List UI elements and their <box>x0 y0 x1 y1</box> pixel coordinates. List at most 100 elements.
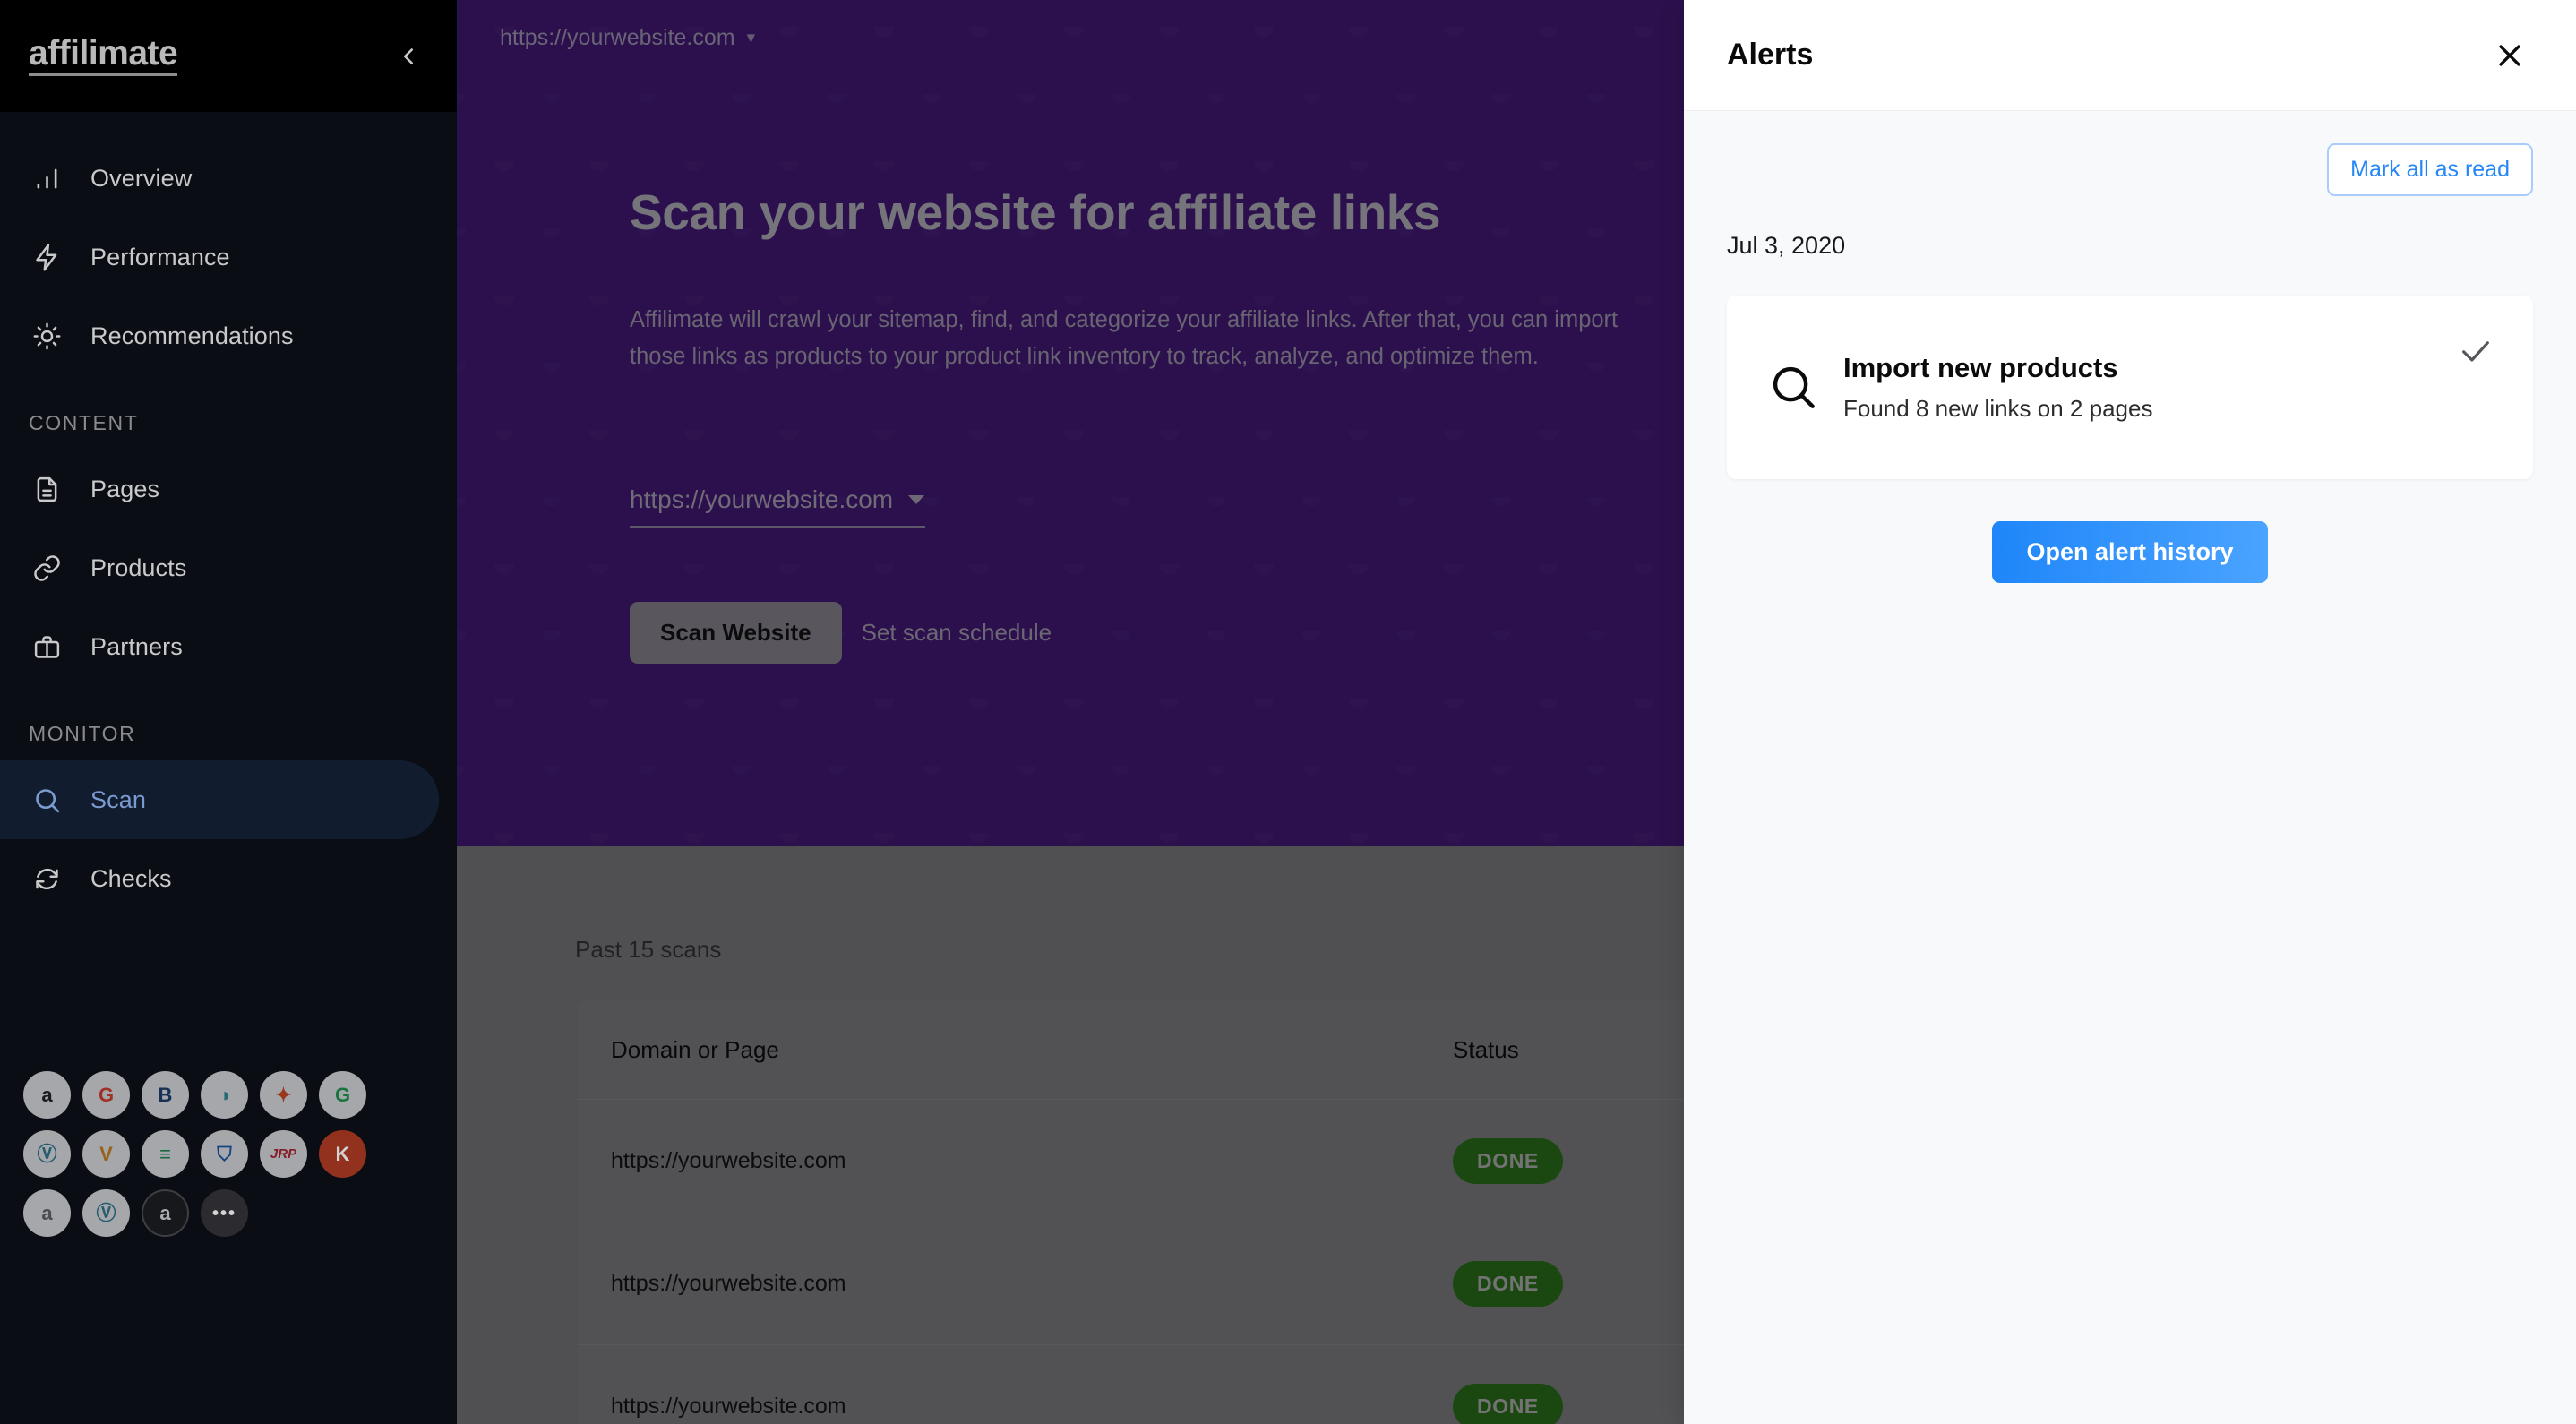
sidebar-item-label: Overview <box>90 164 193 192</box>
partner-logo-glyph: ⛉ <box>217 1142 232 1165</box>
sidebar-item-pages[interactable]: Pages <box>0 450 457 528</box>
alert-text: Import new products Found 8 new links on… <box>1843 352 2152 423</box>
amazon-dark-logo[interactable]: a <box>142 1189 189 1237</box>
sidebar-item-checks[interactable]: Checks <box>0 839 457 918</box>
partner-logo-glyph: a <box>41 1201 53 1224</box>
flame-logo[interactable]: ✦ <box>260 1071 307 1119</box>
search-icon <box>29 782 64 818</box>
partner-logo-glyph: ≡ <box>159 1142 171 1165</box>
sidebar-item-label: Scan <box>90 785 146 813</box>
partner-logo-glyph: V <box>99 1142 113 1165</box>
g-network-logo[interactable]: G <box>82 1071 130 1119</box>
scan-status-cell: DONE <box>1453 1383 1722 1424</box>
app-root: affilimate Overview Performance Recommen… <box>0 0 2576 1424</box>
page-title: Scan your website for affiliate links <box>630 184 1441 240</box>
chevron-left-icon[interactable] <box>387 35 430 78</box>
briefcase-icon <box>29 629 64 665</box>
refresh-sync-icon <box>29 861 64 896</box>
vi-outline-logo[interactable]: Ⓥ <box>23 1130 71 1178</box>
past-scans-heading: Past 15 scans <box>575 936 722 963</box>
sidebar-section-monitor: MONITOR <box>29 722 136 745</box>
site-picker[interactable]: https://yourwebsite.com ▾ <box>500 25 755 51</box>
chevron-down-icon: ▾ <box>746 29 756 47</box>
sidebar-item-products[interactable]: Products <box>0 528 457 607</box>
partner-logo-glyph: ••• <box>211 1203 236 1223</box>
alert-history-row: Open alert history <box>1684 521 2576 583</box>
url-select[interactable]: https://yourwebsite.com <box>630 485 925 528</box>
search-icon <box>1766 360 1822 416</box>
sidebar-item-performance[interactable]: Performance <box>0 218 457 296</box>
sidebar-item-scan[interactable]: Scan <box>0 760 439 839</box>
partner-logo-glyph: ✦ <box>275 1083 292 1106</box>
teal-blob-logo[interactable]: ◑ <box>201 1071 248 1119</box>
hero-description: Affilimate will crawl your sitemap, find… <box>630 307 1619 370</box>
jrp-logo[interactable]: JRP <box>260 1130 307 1178</box>
partner-logo-glyph: Ⓥ <box>96 1201 116 1224</box>
document-icon <box>29 471 64 507</box>
alert-description: Found 8 new links on 2 pages <box>1843 395 2153 422</box>
hero-actions: Scan Website Set scan schedule <box>630 602 1052 664</box>
sidebar-item-recommendations[interactable]: Recommendations <box>0 296 457 375</box>
alerts-panel: Alerts Mark all as read Jul 3, 2020 Impo… <box>1684 0 2576 1424</box>
k-square-logo[interactable]: K <box>319 1130 366 1178</box>
scan-status-cell: DONE <box>1453 1137 1722 1184</box>
partner-logo-glyph: ◑ <box>218 1083 231 1106</box>
sidebar-item-partners[interactable]: Partners <box>0 607 457 686</box>
sidebar-item-label: Performance <box>90 243 230 270</box>
bar-chart-icon <box>29 160 64 196</box>
sidebar-item-label: Pages <box>90 475 160 502</box>
open-alert-history-button[interactable]: Open alert history <box>1992 521 2268 583</box>
lightning-bolt-icon <box>29 239 64 275</box>
v-circle-logo[interactable]: V <box>82 1130 130 1178</box>
sidebar-item-overview[interactable]: Overview <box>0 139 457 218</box>
alerts-header: Alerts <box>1684 0 2576 111</box>
alert-item[interactable]: Import new products Found 8 new links on… <box>1727 296 2533 479</box>
partner-logo-glyph: G <box>98 1083 115 1106</box>
rakuten-logo[interactable]: ≡ <box>142 1130 189 1178</box>
amazon-logo[interactable]: a <box>23 1071 71 1119</box>
scan-domain-cell: https://yourwebsite.com <box>611 1393 846 1419</box>
partner-logo-glyph: JRP <box>270 1146 297 1162</box>
scan-status-cell: DONE <box>1453 1260 1722 1307</box>
status-badge: DONE <box>1453 1260 1563 1307</box>
sidebar-item-label: Partners <box>90 632 183 660</box>
sidebar-item-label: Checks <box>90 864 172 892</box>
partner-logo-glyph: B <box>158 1083 173 1106</box>
column-header-status: Status <box>1453 1035 1519 1063</box>
check-icon[interactable] <box>2458 333 2494 369</box>
shareasale-logo[interactable]: G <box>319 1071 366 1119</box>
vi-outline-alt-logo[interactable]: Ⓥ <box>82 1189 130 1237</box>
partner-logo-glyph: a <box>159 1201 171 1224</box>
sidebar-header: affilimate <box>0 0 457 112</box>
sidebar-item-label: Recommendations <box>90 322 294 349</box>
url-select-value: https://yourwebsite.com <box>630 485 894 513</box>
close-icon[interactable] <box>2486 32 2533 79</box>
mark-all-row: Mark all as read <box>1684 111 2576 196</box>
more-logos-button[interactable]: ••• <box>201 1189 248 1237</box>
amazon-alt-logo[interactable]: a <box>23 1189 71 1237</box>
sidebar-item-label: Products <box>90 553 187 581</box>
site-picker-value: https://yourwebsite.com <box>500 25 735 50</box>
sidebar-nav: Overview Performance Recommendations CON… <box>0 112 457 918</box>
alerts-title: Alerts <box>1727 38 1814 72</box>
sun-idea-icon <box>29 318 64 354</box>
scan-domain-cell: https://yourwebsite.com <box>611 1270 846 1296</box>
scan-domain-cell: https://yourwebsite.com <box>611 1147 846 1173</box>
set-scan-schedule-link[interactable]: Set scan schedule <box>862 619 1052 647</box>
partner-logo-grid: a G B ◑ ✦ G Ⓥ V ≡ ⛉ JRP Ka Ⓥa ••• <box>23 1071 417 1237</box>
partner-logo-glyph: Ⓥ <box>37 1142 57 1165</box>
caret-down-icon <box>908 495 925 504</box>
partner-logo-glyph: K <box>335 1142 350 1165</box>
status-badge: DONE <box>1453 1137 1563 1184</box>
booking-logo[interactable]: B <box>142 1071 189 1119</box>
alert-date-group: Jul 3, 2020 <box>1727 232 1846 259</box>
sidebar: affilimate Overview Performance Recommen… <box>0 0 457 1424</box>
cart-logo[interactable]: ⛉ <box>201 1130 248 1178</box>
app-logo[interactable]: affilimate <box>29 35 178 77</box>
partner-logo-glyph: G <box>334 1083 351 1106</box>
sidebar-section-content: CONTENT <box>29 411 139 434</box>
status-badge: DONE <box>1453 1383 1563 1424</box>
column-header-domain: Domain or Page <box>611 1035 779 1063</box>
mark-all-as-read-button[interactable]: Mark all as read <box>2327 143 2533 196</box>
scan-website-button[interactable]: Scan Website <box>630 602 842 664</box>
